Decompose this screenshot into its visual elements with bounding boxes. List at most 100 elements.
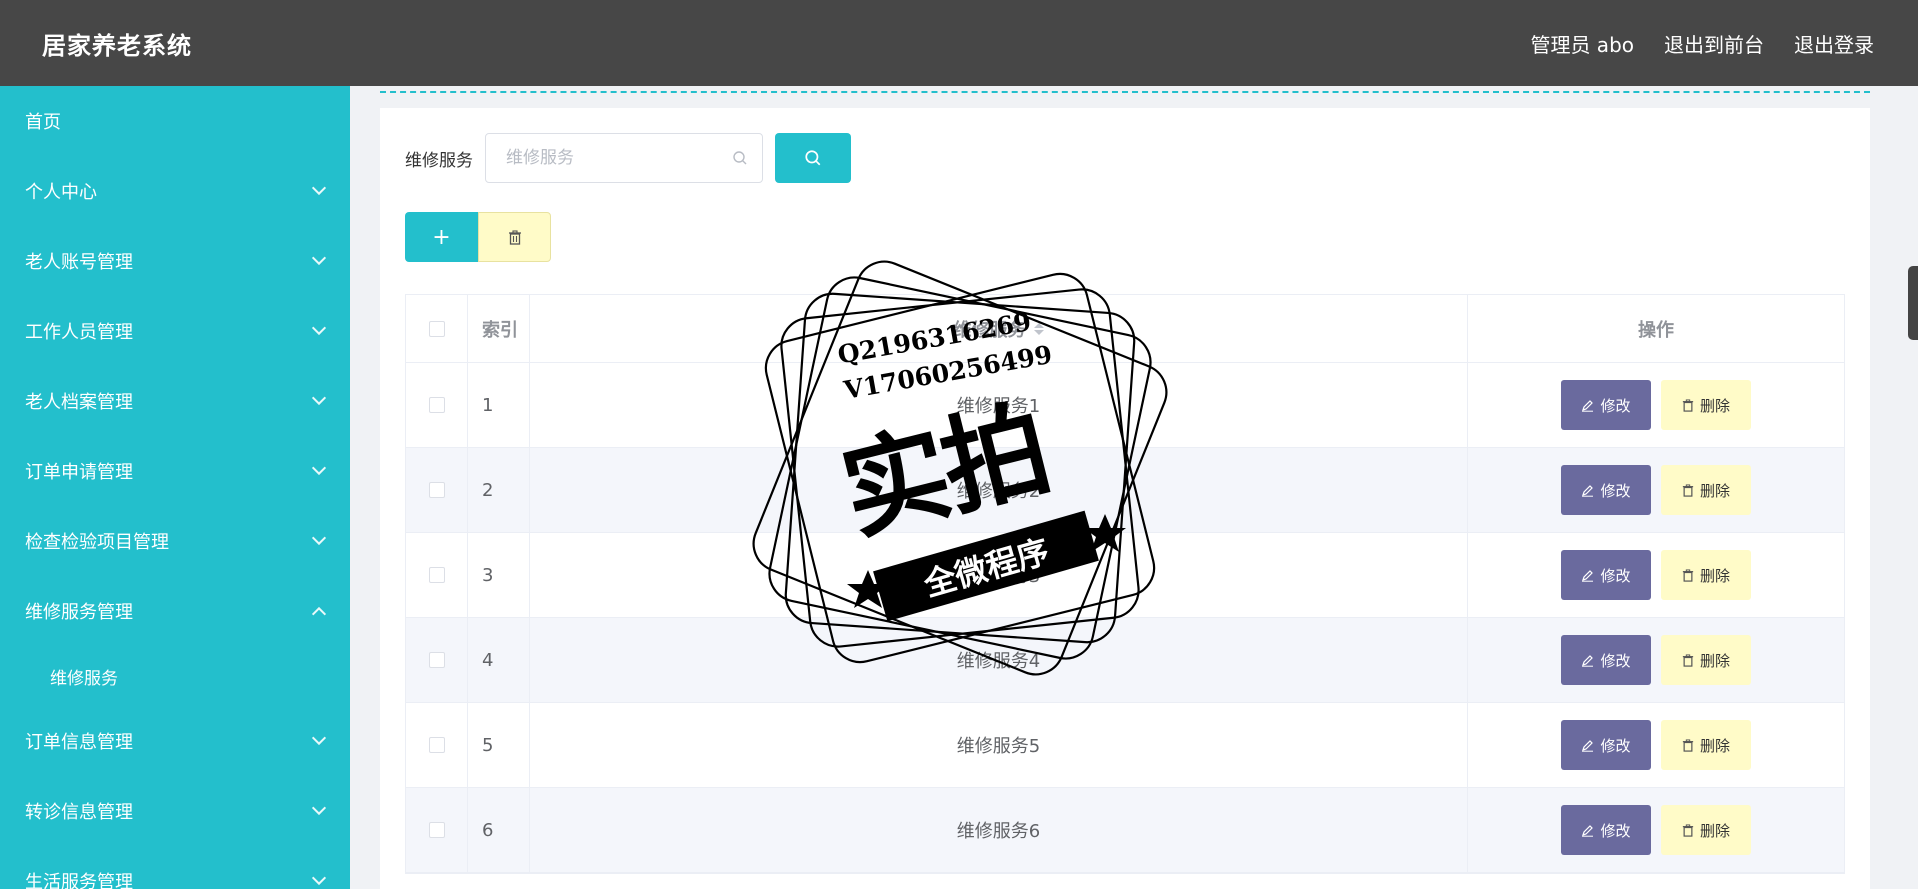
sidebar-item-label: 转诊信息管理 xyxy=(25,802,133,823)
trash-icon xyxy=(1682,398,1694,412)
edit-button-label: 修改 xyxy=(1600,481,1631,500)
chevron-down-icon xyxy=(311,870,327,886)
search-icon xyxy=(805,150,821,166)
row-checkbox[interactable] xyxy=(428,652,445,668)
search-button[interactable] xyxy=(775,133,851,183)
top-header: 居家养老系统 管理员 abo 退出到前台 退出登录 xyxy=(0,0,1918,86)
logout-link[interactable]: 退出登录 xyxy=(1794,29,1874,58)
edit-icon xyxy=(1582,569,1594,582)
delete-button[interactable]: 删除 xyxy=(1661,550,1751,600)
breadcrumb-divider xyxy=(380,91,1870,93)
edit-button[interactable]: 修改 xyxy=(1561,635,1651,685)
admin-user-label[interactable]: 管理员 abo xyxy=(1530,29,1634,58)
edit-button-label: 修改 xyxy=(1600,566,1631,585)
select-all-checkbox[interactable] xyxy=(428,320,445,337)
sidebar: 首页 个人中心 老人账号管理 工作人员管理 老人档案管理 订单申请管理 检查检验… xyxy=(0,86,350,889)
row-index: 5 xyxy=(468,703,530,787)
edit-icon xyxy=(1582,739,1594,752)
edit-button-label: 修改 xyxy=(1600,396,1631,415)
sidebar-item-label: 生活服务管理 xyxy=(25,872,133,889)
table-row: 2 维修服务2 修改 删除 xyxy=(406,448,1844,533)
search-bar: 维修服务 xyxy=(405,133,851,183)
row-checkbox-cell xyxy=(406,448,468,532)
chevron-down-icon xyxy=(311,730,327,746)
edit-button[interactable]: 修改 xyxy=(1561,465,1651,515)
row-actions: 修改 删除 xyxy=(1468,533,1844,617)
sidebar-item-label: 维修服务 xyxy=(50,668,118,689)
trash-icon xyxy=(1682,738,1694,752)
exit-to-frontend-link[interactable]: 退出到前台 xyxy=(1664,29,1764,58)
chevron-down-icon xyxy=(311,180,327,196)
row-checkbox[interactable] xyxy=(428,397,445,413)
row-index: 3 xyxy=(468,533,530,617)
delete-button-label: 删除 xyxy=(1699,821,1730,840)
sidebar-item-label: 首页 xyxy=(25,112,61,133)
sidebar-item-personal-center[interactable]: 个人中心 xyxy=(0,156,350,226)
chevron-down-icon xyxy=(311,390,327,406)
data-table: 索引 维修服务 操作 1 维修服务1 修改 删除 2 维修服务2 修改 删除 3… xyxy=(405,294,1845,874)
chevron-down-icon xyxy=(311,460,327,476)
row-name: 维修服务4 xyxy=(530,618,1468,702)
search-label: 维修服务 xyxy=(405,150,473,171)
app-title: 居家养老系统 xyxy=(42,31,192,60)
table-row: 4 维修服务4 修改 删除 xyxy=(406,618,1844,703)
edit-button[interactable]: 修改 xyxy=(1561,380,1651,430)
main-content: 维修服务 + xyxy=(350,86,1918,889)
delete-button[interactable]: 删除 xyxy=(1661,805,1751,855)
table-header-row: 索引 维修服务 操作 xyxy=(406,295,1844,363)
delete-button[interactable]: 删除 xyxy=(1661,635,1751,685)
edit-icon xyxy=(1582,484,1594,497)
row-actions: 修改 删除 xyxy=(1468,448,1844,532)
edit-button[interactable]: 修改 xyxy=(1561,720,1651,770)
edit-button[interactable]: 修改 xyxy=(1561,550,1651,600)
edit-button[interactable]: 修改 xyxy=(1561,805,1651,855)
sidebar-item-order-info[interactable]: 订单信息管理 xyxy=(0,706,350,776)
row-checkbox[interactable] xyxy=(428,737,445,753)
sidebar-item-label: 订单申请管理 xyxy=(25,462,133,483)
sidebar-item-life-services[interactable]: 生活服务管理 xyxy=(0,846,350,889)
delete-button-label: 删除 xyxy=(1699,481,1730,500)
sidebar-item-elder-records[interactable]: 老人档案管理 xyxy=(0,366,350,436)
sidebar-item-order-applications[interactable]: 订单申请管理 xyxy=(0,436,350,506)
chevron-down-icon xyxy=(311,800,327,816)
trash-icon xyxy=(508,229,521,245)
row-actions: 修改 删除 xyxy=(1468,703,1844,787)
chevron-down-icon xyxy=(311,250,327,266)
sidebar-subitem-repair-service[interactable]: 维修服务 xyxy=(0,646,350,706)
sidebar-item-referral-info[interactable]: 转诊信息管理 xyxy=(0,776,350,846)
sidebar-item-elder-accounts[interactable]: 老人账号管理 xyxy=(0,226,350,296)
row-checkbox[interactable] xyxy=(428,482,445,498)
page-scrollbar-thumb[interactable] xyxy=(1908,266,1918,340)
content-card: 维修服务 + xyxy=(380,108,1870,889)
edit-icon xyxy=(1582,399,1594,412)
sidebar-item-repair-management[interactable]: 维修服务管理 xyxy=(0,576,350,646)
sidebar-item-home[interactable]: 首页 xyxy=(0,86,350,156)
add-button[interactable]: + xyxy=(405,212,478,262)
row-name: 维修服务6 xyxy=(530,788,1468,872)
edit-icon xyxy=(1582,654,1594,667)
table-row: 1 维修服务1 修改 删除 xyxy=(406,363,1844,448)
row-actions: 修改 删除 xyxy=(1468,618,1844,702)
batch-delete-button[interactable] xyxy=(478,212,551,262)
sidebar-item-label: 老人档案管理 xyxy=(25,392,133,413)
row-checkbox-cell xyxy=(406,703,468,787)
search-input[interactable] xyxy=(506,148,706,168)
search-field[interactable] xyxy=(485,133,763,183)
chevron-down-icon xyxy=(311,530,327,546)
row-checkbox-cell xyxy=(406,618,468,702)
trash-icon xyxy=(1682,483,1694,497)
row-checkbox[interactable] xyxy=(428,567,445,583)
delete-button-label: 删除 xyxy=(1699,651,1730,670)
delete-button[interactable]: 删除 xyxy=(1661,380,1751,430)
chevron-up-icon xyxy=(311,606,327,622)
sidebar-item-inspection-items[interactable]: 检查检验项目管理 xyxy=(0,506,350,576)
chevron-down-icon xyxy=(311,320,327,336)
delete-button[interactable]: 删除 xyxy=(1661,465,1751,515)
trash-icon xyxy=(1682,823,1694,837)
row-checkbox[interactable] xyxy=(428,822,445,838)
search-icon xyxy=(733,151,747,165)
delete-button[interactable]: 删除 xyxy=(1661,720,1751,770)
sidebar-item-label: 工作人员管理 xyxy=(25,322,133,343)
sidebar-item-label: 个人中心 xyxy=(25,182,97,203)
sidebar-item-staff[interactable]: 工作人员管理 xyxy=(0,296,350,366)
